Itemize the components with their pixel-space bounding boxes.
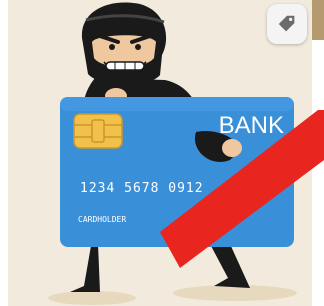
card-bank-label: BANK — [219, 112, 284, 139]
card-holder-label: CARDHOLDER — [78, 215, 126, 224]
card-number: 1234 5678 0912 — [80, 181, 204, 196]
image-frame: BANK 1234 5678 0912 CARDHOLDER — [0, 0, 324, 306]
tag-icon — [278, 15, 295, 32]
thief-with-credit-card-illustration: BANK 1234 5678 0912 CARDHOLDER — [8, 0, 324, 306]
ground-shadow-right — [173, 285, 297, 301]
tag-button[interactable] — [267, 4, 307, 44]
card-chip — [73, 113, 123, 149]
ground-shadow-left — [48, 291, 136, 305]
textured-edge — [312, 0, 324, 40]
